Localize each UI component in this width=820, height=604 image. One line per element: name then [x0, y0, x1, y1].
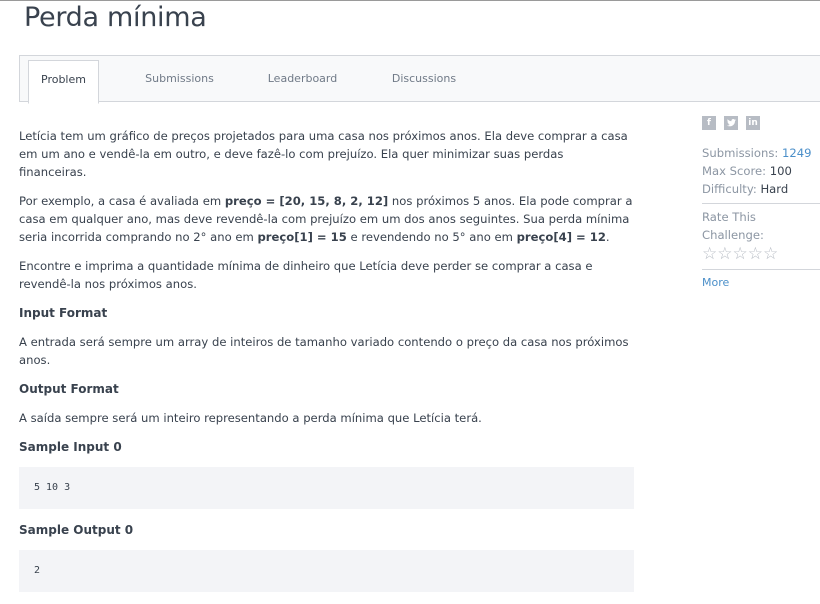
linkedin-icon[interactable]: in	[746, 116, 760, 130]
sample-output-heading: Sample Output 0	[19, 523, 134, 537]
difficulty-label: Difficulty:	[702, 182, 757, 196]
star-rating[interactable]: ☆☆☆☆☆	[702, 244, 820, 264]
twitter-icon[interactable]	[724, 116, 738, 130]
challenge-meta: Submissions: 1249 Max Score: 100 Difficu…	[702, 144, 820, 198]
facebook-icon[interactable]: f	[702, 116, 716, 130]
intro-text: Letícia tem um gráfico de preços projeta…	[19, 129, 628, 179]
max-score-value: 100	[769, 164, 792, 178]
example-text-part: .	[605, 230, 610, 244]
price-array: preço = [20, 15, 8, 2, 12]	[224, 194, 389, 208]
tab-submissions[interactable]: Submissions	[137, 56, 222, 103]
more-link[interactable]: More	[702, 274, 820, 292]
tab-problem[interactable]: Problem	[28, 60, 99, 104]
output-format-heading: Output Format	[19, 382, 119, 396]
tab-bar: Problem Submissions Leaderboard Discussi…	[19, 55, 820, 104]
difficulty-stat: Difficulty: Hard	[702, 180, 820, 198]
difficulty-value: Hard	[760, 182, 789, 196]
submissions-label: Submissions:	[702, 146, 779, 160]
max-score-label: Max Score:	[702, 164, 767, 178]
sample-output-value: 2	[34, 565, 41, 576]
tab-discussions[interactable]: Discussions	[384, 56, 464, 103]
example-text-part: e revendendo no 5° ano em	[346, 230, 517, 244]
sample-input-block[interactable]: 5 10 3	[19, 467, 634, 509]
challenge-sidebar: f in Submissions: 1249 Max Score: 100 Di…	[702, 116, 820, 292]
sell-price: preço[4] = 12	[516, 230, 606, 244]
example-text-part: Por exemplo, a casa é avaliada em	[19, 194, 225, 208]
tab-leaderboard[interactable]: Leaderboard	[260, 56, 345, 103]
sample-input-value: 5 10 3	[34, 482, 71, 493]
page-title: Perda mínima	[24, 2, 207, 33]
divider	[702, 269, 820, 270]
input-format-text: A entrada será sempre um array de inteir…	[19, 335, 629, 367]
submissions-count[interactable]: 1249	[782, 146, 812, 160]
max-score-stat: Max Score: 100	[702, 162, 820, 180]
sample-input-heading: Sample Input 0	[19, 440, 122, 454]
social-share: f in	[702, 116, 820, 130]
sample-output-block[interactable]: 2	[19, 550, 634, 592]
buy-price: preço[1] = 15	[257, 230, 347, 244]
submissions-stat: Submissions: 1249	[702, 144, 820, 162]
task-text: Encontre e imprima a quantidade mínima d…	[19, 259, 593, 291]
rate-label: Rate This Challenge:	[702, 210, 764, 242]
divider	[702, 203, 820, 204]
example-text: Por exemplo, a casa é avaliada em preço …	[19, 192, 634, 246]
output-format-text: A saída sempre será um inteiro represent…	[19, 411, 482, 425]
input-format-heading: Input Format	[19, 306, 108, 320]
problem-statement: Letícia tem um gráfico de preços projeta…	[19, 127, 634, 604]
